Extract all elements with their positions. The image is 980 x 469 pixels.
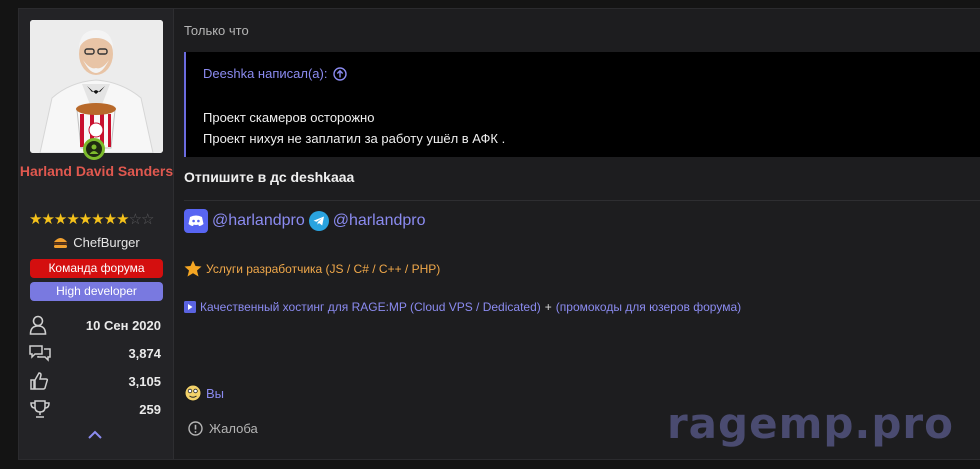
signature-hosting: Качественный хостинг для RAGE:MP (Cloud … <box>184 300 741 314</box>
avatar-image <box>30 20 163 153</box>
post-body-text: Отпишите в дс deshkaaa <box>184 169 355 185</box>
quote-author-text[interactable]: Deeshka написал(а): <box>203 66 327 81</box>
hosting-link[interactable]: Качественный хостинг для RAGE:MP (Cloud … <box>200 300 541 314</box>
stat-messages: 3,874 <box>29 342 161 364</box>
chevron-up-icon <box>88 430 102 439</box>
rating-stars-filled: ★★★★★★★★ <box>29 211 130 228</box>
signature-services: Услуги разработчика (JS / C# / C++ / PHP… <box>184 260 440 277</box>
avatar[interactable] <box>30 20 163 153</box>
message-user-column: Harland David Sanders ★★★★★★★★☆☆ ChefBur… <box>19 9 174 459</box>
signature-contacts: @harlandpro @harlandpro <box>184 209 426 233</box>
message-post: Harland David Sanders ★★★★★★★★☆☆ ChefBur… <box>18 8 980 460</box>
stat-points-value: 259 <box>139 401 161 417</box>
burger-icon <box>54 238 68 248</box>
user-rating-stars: ★★★★★★★★☆☆ <box>29 211 155 228</box>
stat-reactions: 3,105 <box>29 370 161 392</box>
quote-author[interactable]: Deeshka написал(а): <box>203 66 348 81</box>
quote-block: Deeshka написал(а): Проект скамеров осто… <box>184 52 980 157</box>
user-title: ChefBurger <box>19 235 174 250</box>
thumbs-up-icon <box>30 372 49 390</box>
trophy-icon <box>30 400 50 418</box>
username[interactable]: Harland David Sanders <box>19 161 174 182</box>
report-label[interactable]: Жалоба <box>209 421 258 436</box>
services-link[interactable]: Услуги разработчика (JS / C# / C++ / PHP… <box>206 262 440 276</box>
quote-line: Проект скамеров осторожно <box>203 110 375 125</box>
post-date[interactable]: Только что <box>184 23 249 38</box>
stat-reactions-value: 3,105 <box>128 373 161 389</box>
rating-stars-empty: ☆☆ <box>128 211 155 228</box>
user-title-text: ChefBurger <box>73 235 140 250</box>
staff-banner: Команда форума <box>30 259 163 278</box>
arrow-up-circle-icon[interactable] <box>333 66 348 81</box>
developer-banner: High developer <box>30 282 163 301</box>
stat-messages-value: 3,874 <box>128 345 161 361</box>
exclamation-circle-icon <box>188 421 203 436</box>
star-icon <box>184 260 202 277</box>
stat-points: 259 <box>29 398 161 420</box>
site-watermark: ragemp.pro <box>666 399 954 448</box>
telegram-handle[interactable]: @harlandpro <box>333 212 426 230</box>
play-icon <box>184 301 196 313</box>
plus-text: + <box>544 300 552 314</box>
messages-icon <box>29 345 51 362</box>
online-status-icon <box>83 138 105 160</box>
message-main: Только что Deeshka написал(а): Проект ск… <box>174 9 980 459</box>
reactions-users[interactable]: Вы <box>206 386 224 401</box>
quote-line: Проект нихуя не заплатил за работу ушёл … <box>203 131 506 146</box>
quote-text: Проект скамеров осторожно Проект нихуя н… <box>203 107 505 149</box>
discord-icon <box>184 209 208 233</box>
reactions-bar: Вы <box>184 384 224 402</box>
telegram-icon <box>308 211 329 231</box>
discord-handle[interactable]: @harlandpro <box>212 212 305 230</box>
promo-link[interactable]: (промокоды для юзеров форума) <box>556 300 741 314</box>
collapse-user-info-button[interactable] <box>87 427 103 445</box>
user-icon <box>29 315 47 335</box>
signature-divider <box>184 200 980 201</box>
stat-joined-value: 10 Сен 2020 <box>85 317 161 333</box>
reaction-emoji-icon <box>184 384 202 402</box>
report-button[interactable]: Жалоба <box>188 421 258 436</box>
stat-joined: 10 Сен 2020 <box>29 314 161 336</box>
